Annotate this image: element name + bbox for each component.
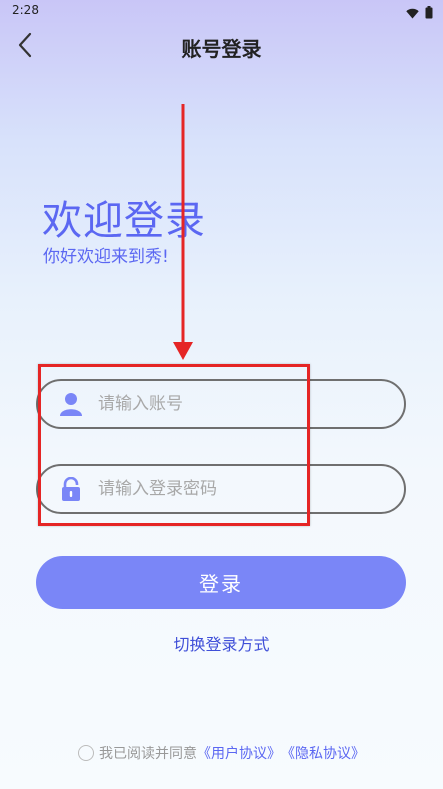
status-bar: 2:28 [0,0,443,22]
status-icons [406,4,433,23]
agreement: 我已阅读并同意 《用户协议》 《隐私协议》 [0,743,443,763]
page-title: 账号登录 [181,37,262,61]
privacy-policy-link[interactable]: 《隐私协议》 [281,743,365,763]
status-time: 2:28 [12,3,39,17]
switch-login-method-link[interactable]: 切换登录方式 [0,631,443,655]
login-button[interactable]: 登录 [36,556,406,609]
agreement-prefix: 我已阅读并同意 [99,746,197,762]
battery-icon [425,4,433,23]
agree-checkbox[interactable] [78,745,94,761]
annotation-arrow [173,104,193,360]
user-agreement-link[interactable]: 《用户协议》 [197,743,281,763]
wifi-icon [406,4,419,23]
welcome-subtitle: 你好欢迎来到秀! [43,247,169,267]
annotation-highlight-box [38,364,310,526]
